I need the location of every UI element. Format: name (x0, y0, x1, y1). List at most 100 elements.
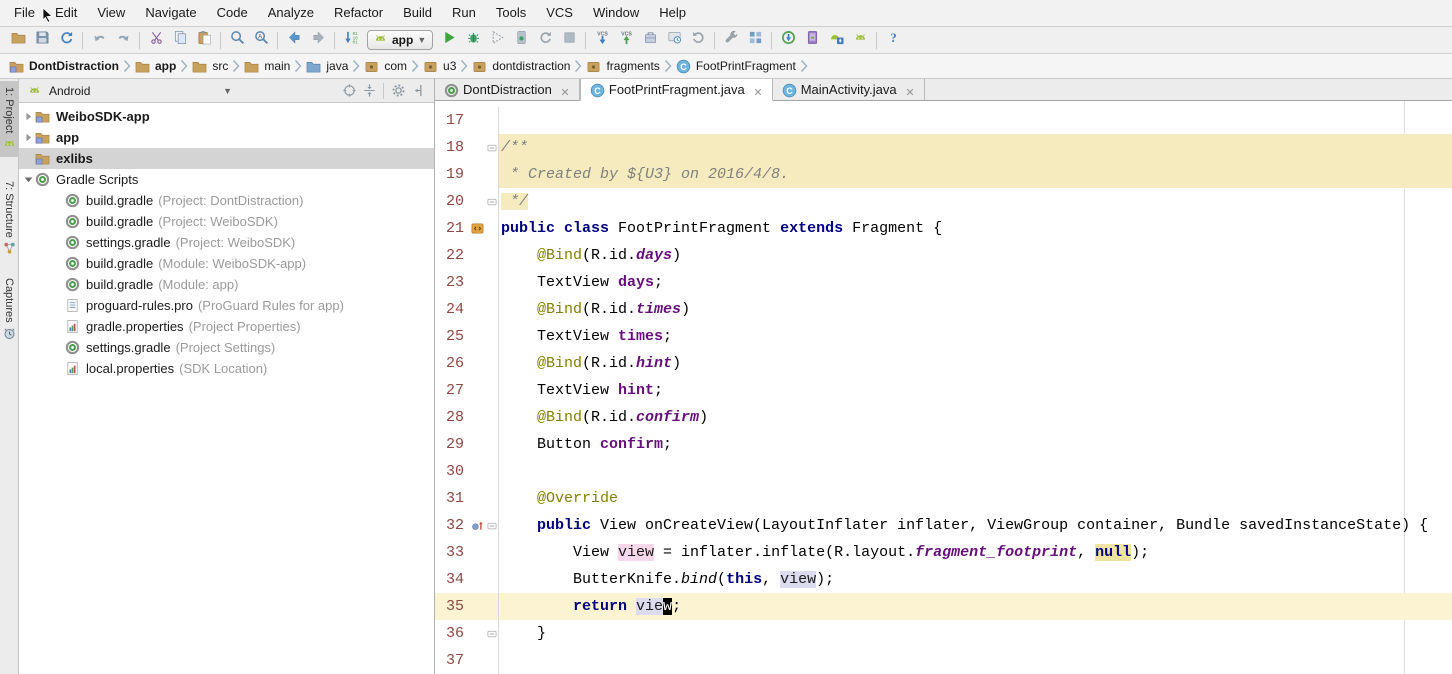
close-icon[interactable] (753, 85, 763, 95)
avd-manager-button[interactable] (824, 28, 848, 52)
code-line-33[interactable]: 33 View view = inflater.inflate(R.layout… (435, 539, 1452, 566)
fold-end-icon[interactable] (486, 629, 498, 639)
code-line-22[interactable]: 22 @Bind(R.id.days) (435, 242, 1452, 269)
code-line-24[interactable]: 24 @Bind(R.id.times) (435, 296, 1452, 323)
settings-wrench-button[interactable] (719, 28, 743, 52)
code-line-17[interactable]: 17 (435, 107, 1452, 134)
menu-item-file[interactable]: File (4, 0, 45, 25)
code-line-37[interactable]: 37 (435, 647, 1452, 674)
undo-button[interactable] (87, 28, 111, 52)
redo-button[interactable] (111, 28, 135, 52)
code-area[interactable]: 1718/**19 * Created by ${U3} on 2016/4/8… (435, 101, 1452, 674)
code-line-35[interactable]: 35 return view; (435, 593, 1452, 620)
code-line-21[interactable]: 21public class FootPrintFragment extends… (435, 215, 1452, 242)
attach-debugger-button[interactable] (509, 28, 533, 52)
breadcrumb-item-footprintfragment[interactable]: CFootPrintFragment (675, 58, 797, 74)
code-line-19[interactable]: 19 * Created by ${U3} on 2016/4/8. (435, 161, 1452, 188)
help-button[interactable]: ? (881, 28, 905, 52)
breadcrumb-item-com[interactable]: com (363, 58, 408, 74)
tree-item-exlibs[interactable]: exlibs (19, 148, 434, 169)
tree-item-app[interactable]: app (19, 127, 434, 148)
menu-item-vcs[interactable]: VCS (536, 0, 583, 25)
vcs-update-button[interactable]: VCS (590, 28, 614, 52)
debug-button[interactable] (461, 28, 485, 52)
tool-button-captures[interactable]: Captures (0, 272, 19, 347)
close-icon[interactable] (905, 85, 915, 95)
code-line-34[interactable]: 34 ButterKnife.bind(this, view); (435, 566, 1452, 593)
menu-item-refactor[interactable]: Refactor (324, 0, 393, 25)
fold-end-icon[interactable] (486, 197, 498, 207)
open-folder-button[interactable] (6, 28, 30, 52)
code-line-30[interactable]: 30 (435, 458, 1452, 485)
tree-item-gradle-properties-project-properties[interactable]: gradle.properties(Project Properties) (19, 316, 434, 337)
menu-item-window[interactable]: Window (583, 0, 649, 25)
android-button[interactable] (848, 28, 872, 52)
breadcrumb-item-u3[interactable]: u3 (422, 58, 457, 74)
sort-lines-button[interactable]: 011001 (339, 28, 363, 52)
fold-start-icon[interactable] (486, 521, 498, 531)
code-line-18[interactable]: 18/** (435, 134, 1452, 161)
tree-item-build-gradle-module-app[interactable]: build.gradle(Module: app) (19, 274, 434, 295)
tree-item-build-gradle-project-dontdistraction[interactable]: build.gradle(Project: DontDistraction) (19, 190, 434, 211)
breadcrumb-item-java[interactable]: java (305, 58, 349, 74)
paste-button[interactable] (192, 28, 216, 52)
vcs-shelf-button[interactable] (638, 28, 662, 52)
tree-item-gradle-scripts[interactable]: Gradle Scripts (19, 169, 434, 190)
copy-button[interactable] (168, 28, 192, 52)
code-line-31[interactable]: 31 @Override (435, 485, 1452, 512)
sync-button[interactable] (54, 28, 78, 52)
tree-item-settings-gradle-project-weibosdk[interactable]: settings.gradle(Project: WeiboSDK) (19, 232, 434, 253)
menu-item-analyze[interactable]: Analyze (258, 0, 324, 25)
project-structure-button[interactable] (743, 28, 767, 52)
panel-settings-button[interactable] (388, 81, 408, 101)
editor-tab-footprintfragment-java[interactable]: CFootPrintFragment.java (580, 79, 773, 101)
expand-arrow-icon[interactable] (22, 131, 35, 144)
expand-arrow-icon[interactable] (22, 110, 35, 123)
run-configuration-selector[interactable]: app▼ (367, 30, 433, 50)
menu-item-view[interactable]: View (87, 0, 135, 25)
fold-start-icon[interactable] (486, 143, 498, 153)
coverage-button[interactable] (485, 28, 509, 52)
replace-button[interactable]: A (249, 28, 273, 52)
stop-button[interactable] (557, 28, 581, 52)
code-line-23[interactable]: 23 TextView days; (435, 269, 1452, 296)
menu-item-run[interactable]: Run (442, 0, 486, 25)
sdk-manager-button[interactable] (776, 28, 800, 52)
breadcrumb-item-app[interactable]: app (134, 58, 177, 74)
project-view-selector[interactable]: Android ▼ (27, 83, 242, 99)
code-line-32[interactable]: 32 public View onCreateView(LayoutInflat… (435, 512, 1452, 539)
menu-item-help[interactable]: Help (649, 0, 696, 25)
tree-item-build-gradle-project-weibosdk[interactable]: build.gradle(Project: WeiboSDK) (19, 211, 434, 232)
hide-panel-button[interactable] (408, 81, 428, 101)
editor-tab-mainactivity-java[interactable]: CMainActivity.java (773, 79, 925, 100)
locate-file-button[interactable] (339, 81, 359, 101)
local-history-button[interactable] (662, 28, 686, 52)
cut-button[interactable] (144, 28, 168, 52)
menu-item-navigate[interactable]: Navigate (135, 0, 206, 25)
tree-item-local-properties-sdk-location[interactable]: local.properties(SDK Location) (19, 358, 434, 379)
menu-item-code[interactable]: Code (207, 0, 258, 25)
code-line-28[interactable]: 28 @Bind(R.id.confirm) (435, 404, 1452, 431)
breadcrumb-item-main[interactable]: main (243, 58, 291, 74)
back-button[interactable] (282, 28, 306, 52)
forward-button[interactable] (306, 28, 330, 52)
menu-item-build[interactable]: Build (393, 0, 442, 25)
tree-item-build-gradle-module-weibosdk-app[interactable]: build.gradle(Module: WeiboSDK-app) (19, 253, 434, 274)
tree-item-settings-gradle-project-settings[interactable]: settings.gradle(Project Settings) (19, 337, 434, 358)
collapse-all-button[interactable] (359, 81, 379, 101)
editor-tab-dontdistraction[interactable]: DontDistraction (435, 79, 580, 100)
close-icon[interactable] (560, 85, 570, 95)
save-button[interactable] (30, 28, 54, 52)
tool-button-structure[interactable]: 7: Structure (0, 175, 19, 262)
code-line-26[interactable]: 26 @Bind(R.id.hint) (435, 350, 1452, 377)
breadcrumb-item-dontdistraction[interactable]: dontdistraction (471, 58, 571, 74)
code-line-36[interactable]: 36 } (435, 620, 1452, 647)
find-button[interactable] (225, 28, 249, 52)
code-line-25[interactable]: 25 TextView times; (435, 323, 1452, 350)
expand-arrow-icon[interactable] (22, 173, 35, 186)
rerun-button[interactable] (533, 28, 557, 52)
breadcrumb-item-src[interactable]: src (191, 58, 229, 74)
menu-item-tools[interactable]: Tools (486, 0, 536, 25)
tool-button-project[interactable]: 1: Project (0, 81, 19, 157)
breadcrumb-item-fragments[interactable]: fragments (585, 58, 660, 74)
